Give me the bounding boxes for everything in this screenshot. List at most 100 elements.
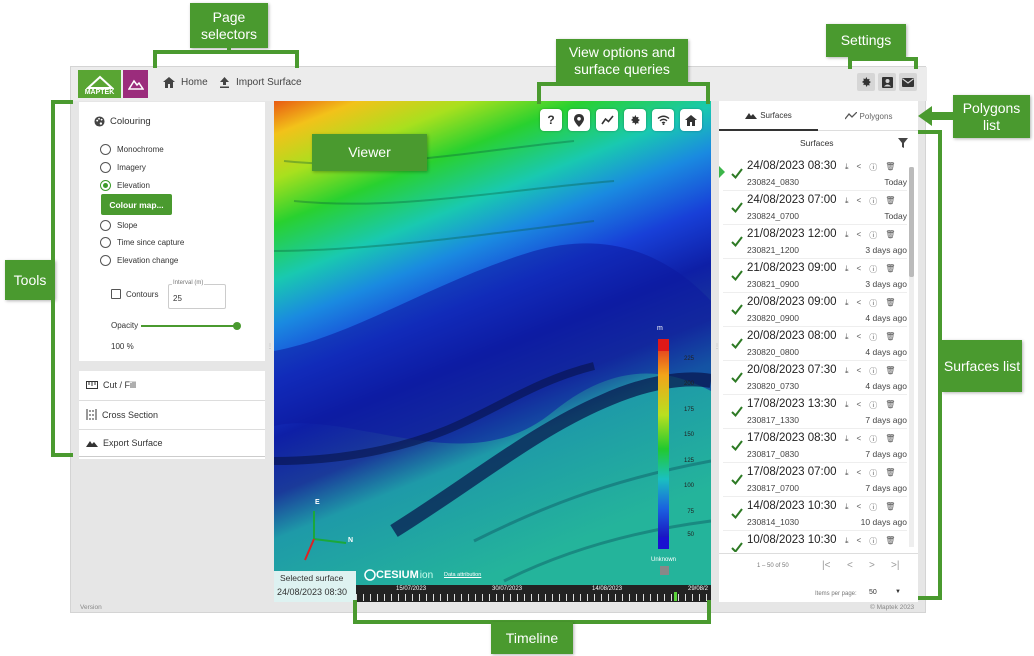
radio-elevation[interactable] [100,180,111,191]
interval-input[interactable]: Interval (m) 25 [168,280,226,309]
download-icon[interactable]: ⤓ [845,434,849,445]
delete-icon[interactable]: 🗑 [885,162,895,173]
opacity-slider-thumb[interactable] [233,322,241,330]
surface-list-item[interactable]: 24/08/2023 08:30 230824_0830 Today ⤓ < ⓘ 🗑 [719,157,907,191]
surface-list-item[interactable]: 20/08/2023 09:00 230820_0900 4 days ago ⤓ < ⓘ… [723,293,907,327]
surface-list-item[interactable]: 17/08/2023 08:30 230817_0830 7 days ago ⤓ < ⓘ… [723,429,907,463]
account-button[interactable] [878,73,896,91]
radio-monochrome[interactable] [100,144,111,155]
delete-icon[interactable]: 🗑 [885,468,895,479]
reset-view-button[interactable] [680,109,702,131]
share-icon[interactable]: < [857,366,862,377]
cesium-logo[interactable]: CESIUM ion [376,569,433,581]
contours-checkbox[interactable] [111,289,121,299]
download-icon[interactable]: ⤓ [845,468,849,479]
surface-list-item[interactable]: 20/08/2023 08:00 230820_0800 4 days ago ⤓ < ⓘ… [723,327,907,361]
prev-page-button[interactable]: < [847,560,853,571]
colouring-header[interactable]: Colouring [94,116,151,127]
items-per-page-select[interactable]: 50 ▼ [869,589,903,600]
surface-list-item[interactable]: 17/08/2023 07:00 230817_0700 7 days ago ⤓ < ⓘ… [723,463,907,497]
nav-home[interactable]: Home [163,77,208,88]
left-resize-handle[interactable]: ⋮ [267,343,273,350]
share-icon[interactable]: < [857,230,862,241]
delete-icon[interactable]: 🗑 [885,196,895,207]
info-icon[interactable]: ⓘ [869,298,877,309]
maptek-logo[interactable]: MAPTEK [78,70,121,98]
download-icon[interactable]: ⤓ [845,400,849,411]
opacity-slider-track[interactable] [141,322,241,330]
tab-polygons[interactable]: Polygons [819,101,918,131]
surface-list-item[interactable]: 21/08/2023 09:00 230821_0900 3 days ago ⤓ < ⓘ… [723,259,907,293]
info-icon[interactable]: ⓘ [869,400,877,411]
share-icon[interactable]: < [857,502,862,513]
app-logo[interactable] [123,70,148,98]
help-button[interactable]: ? [540,109,562,131]
info-icon[interactable]: ⓘ [869,332,877,343]
delete-icon[interactable]: 🗑 [885,536,895,547]
radio-slope[interactable] [100,220,111,231]
share-icon[interactable]: < [857,264,862,275]
viewer-settings-button[interactable] [624,109,646,131]
delete-icon[interactable]: 🗑 [885,502,895,513]
radio-imagery[interactable] [100,162,111,173]
radio-elevation-change[interactable] [100,255,111,266]
download-icon[interactable]: ⤓ [845,264,849,275]
info-icon[interactable]: ⓘ [869,468,877,479]
surface-list-item[interactable]: 20/08/2023 07:30 230820_0730 4 days ago ⤓ < ⓘ… [723,361,907,395]
share-icon[interactable]: < [857,536,862,547]
download-icon[interactable]: ⤓ [845,332,849,343]
info-icon[interactable]: ⓘ [869,264,877,275]
info-icon[interactable]: ⓘ [869,162,877,173]
share-icon[interactable]: < [857,162,862,173]
delete-icon[interactable]: 🗑 [885,230,895,241]
share-icon[interactable]: < [857,400,862,411]
download-icon[interactable]: ⤓ [845,230,849,241]
list-scrollbar-thumb[interactable] [909,167,914,277]
connection-button[interactable] [652,109,674,131]
tool-cross-section[interactable]: Cross Section [79,400,265,428]
info-icon[interactable]: ⓘ [869,230,877,241]
profile-button[interactable] [596,109,618,131]
location-button[interactable] [568,109,590,131]
first-page-button[interactable]: |< [822,560,830,571]
last-page-button[interactable]: >| [891,560,899,571]
share-icon[interactable]: < [857,196,862,207]
delete-icon[interactable]: 🗑 [885,332,895,343]
download-icon[interactable]: ⤓ [845,502,849,513]
next-page-button[interactable]: > [869,560,875,571]
colour-map-button[interactable]: Colour map... [101,194,172,215]
data-attribution-link[interactable]: Data attribution [444,572,481,578]
surface-list-item[interactable]: 24/08/2023 07:00 230824_0700 Today ⤓ < ⓘ 🗑 [723,191,907,225]
tab-surfaces[interactable]: Surfaces [719,101,818,131]
tool-export-surface[interactable]: Export Surface [79,429,265,457]
delete-icon[interactable]: 🗑 [885,366,895,377]
settings-button[interactable] [857,73,875,91]
nav-import-surface[interactable]: Import Surface [219,77,302,88]
info-icon[interactable]: ⓘ [869,434,877,445]
surface-list-item[interactable]: 17/08/2023 13:30 230817_1330 7 days ago ⤓ < ⓘ… [723,395,907,429]
download-icon[interactable]: ⤓ [845,298,849,309]
share-icon[interactable]: < [857,468,862,479]
delete-icon[interactable]: 🗑 [885,264,895,275]
filter-icon[interactable] [898,138,908,148]
info-icon[interactable]: ⓘ [869,196,877,207]
radio-time-since-capture[interactable] [100,237,111,248]
surface-list-item[interactable]: 21/08/2023 12:00 230821_1200 3 days ago ⤓ < ⓘ… [723,225,907,259]
info-icon[interactable]: ⓘ [869,536,877,547]
surface-list-item[interactable]: 14/08/2023 10:30 230814_1030 10 days ago ⤓ <… [723,497,907,531]
surface-list-item[interactable]: 10/08/2023 10:30 230810_1030 2 weeks ago ⤓ <… [723,531,907,552]
download-icon[interactable]: ⤓ [845,196,849,207]
share-icon[interactable]: < [857,332,862,343]
delete-icon[interactable]: 🗑 [885,434,895,445]
share-icon[interactable]: < [857,298,862,309]
share-icon[interactable]: < [857,434,862,445]
download-icon[interactable]: ⤓ [845,162,849,173]
download-icon[interactable]: ⤓ [845,536,849,547]
info-icon[interactable]: ⓘ [869,366,877,377]
delete-icon[interactable]: 🗑 [885,298,895,309]
viewer[interactable]: ? m 225 200 175 150 125 100 75 50 Unknow… [274,101,711,602]
list-scrollbar[interactable] [909,167,914,547]
delete-icon[interactable]: 🗑 [885,400,895,411]
info-icon[interactable]: ⓘ [869,502,877,513]
download-icon[interactable]: ⤓ [845,366,849,377]
